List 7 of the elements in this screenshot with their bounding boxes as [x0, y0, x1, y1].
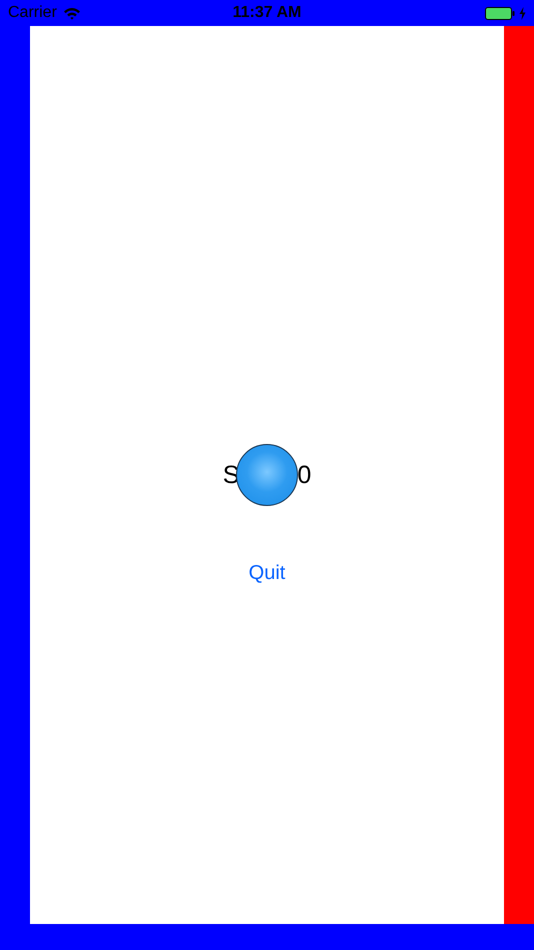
carrier-label: Carrier [8, 4, 57, 22]
charging-bolt-icon [519, 6, 526, 20]
quit-button[interactable]: Quit [244, 561, 290, 585]
clock-time: 11:37 AM [232, 4, 302, 22]
wifi-icon [62, 6, 81, 20]
score-value: 0 [297, 460, 312, 490]
battery-icon [485, 6, 515, 20]
